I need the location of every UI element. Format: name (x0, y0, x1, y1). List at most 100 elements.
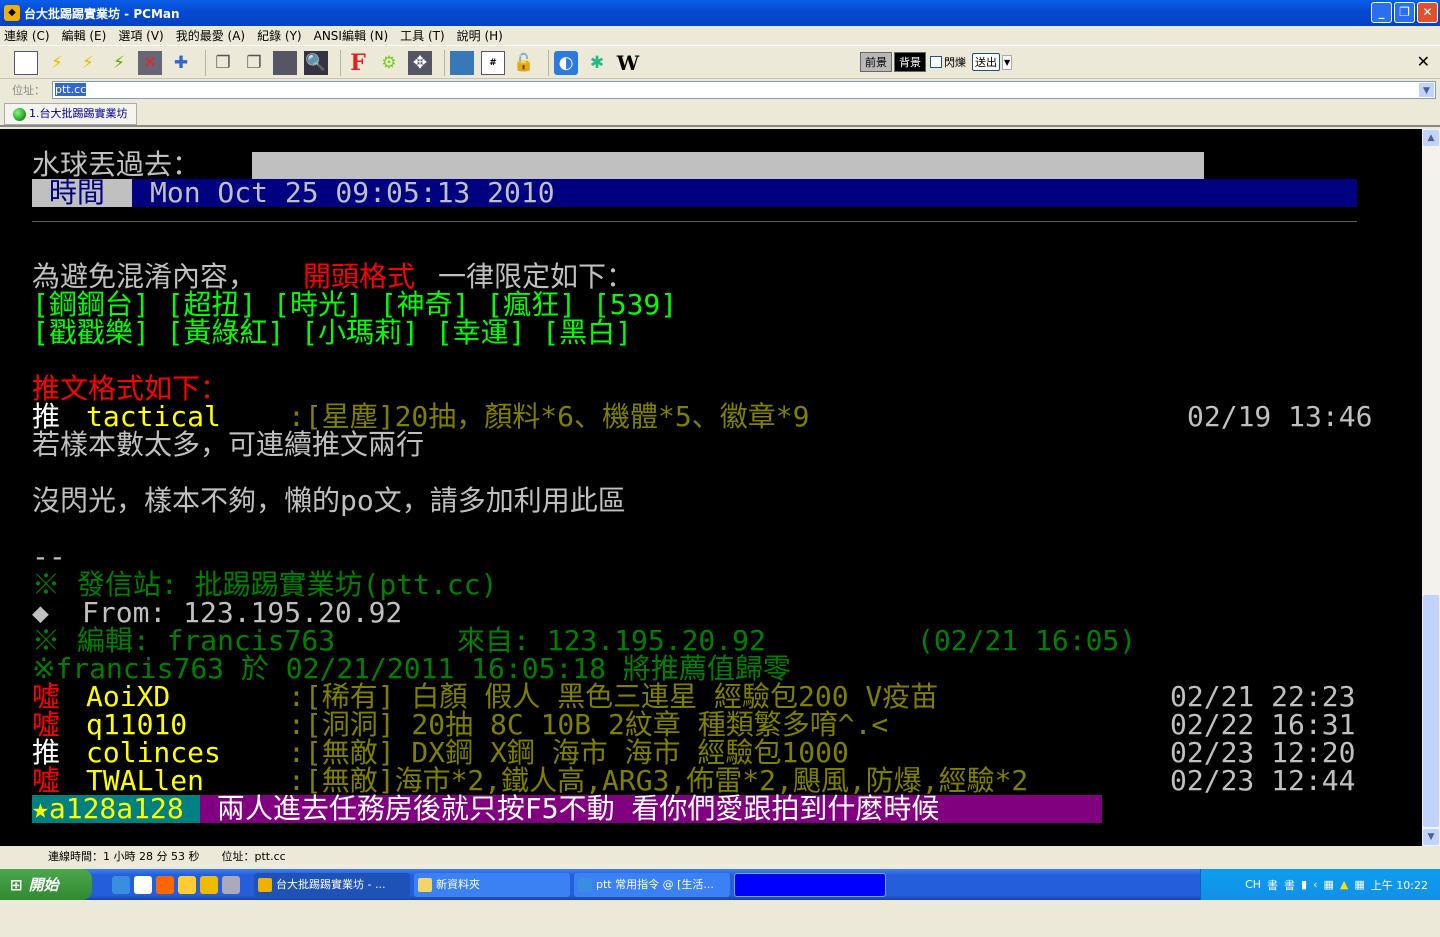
background-color-button[interactable]: 背景 (894, 52, 926, 72)
app-icon[interactable] (178, 875, 196, 894)
push-row: 噓 TWALlen :[無敵]海市*2,鐵人高,ARG3,佈雷*2,颶風,防爆,… (32, 767, 1412, 795)
push-content: :[無敵] DX鋼 X鋼 海市 海市 經驗包1000 (288, 736, 849, 769)
push-input-row[interactable]: ★a128a128 兩人進去任務房後就只按F5不動 看你們愛跟拍到什麼時候 (32, 795, 1412, 823)
push-content: :[無敵]海市*2,鐵人高,ARG3,佈雷*2,颶風,防爆,經驗*2 (288, 764, 1029, 797)
ime-icon[interactable]: 書 (1284, 877, 1295, 893)
wikipedia-icon[interactable]: W (616, 51, 640, 75)
warning-icon[interactable]: ▲ (1340, 878, 1348, 891)
scroll-up-icon[interactable]: ▲ (1423, 130, 1439, 146)
clock: 上午 10:22 (1370, 878, 1428, 892)
push-type: 噓 (32, 764, 61, 797)
reconnect-icon[interactable]: ⚡ (107, 51, 131, 75)
task-folder[interactable]: 新資料夾 (414, 872, 570, 897)
menu-tools[interactable]: 工具 (T) (400, 27, 445, 44)
expand-tray-icon[interactable]: ‹ (1313, 878, 1317, 891)
menu-connection[interactable]: 連線 (C) (4, 27, 50, 44)
origin-line: ※ 發信站: 批踢踢實業坊(ptt.cc) (32, 568, 498, 601)
menu-favorites[interactable]: 我的最愛 (A) (176, 27, 245, 44)
push-content: :[星塵]20抽，顏料*6、機體*5、徽章*9 (288, 400, 810, 433)
scroll-down-icon[interactable]: ▼ (1423, 829, 1439, 845)
push-date: 02/22 16:31 (1170, 708, 1356, 741)
app-icon[interactable] (156, 875, 174, 894)
example-push: 推 tactical :[星塵]20抽，顏料*6、機體*5、徽章*9 02/19… (32, 403, 1412, 431)
quick-launch (112, 875, 240, 894)
app-icon[interactable] (222, 875, 240, 894)
push-content: :[洞洞] 20抽 8C 10B 2紋章 種類繁多唷^.< (288, 708, 889, 741)
menu-help[interactable]: 說明 (H) (457, 27, 503, 44)
connect-icon[interactable]: ⚡ (45, 51, 69, 75)
outlook-icon[interactable] (134, 875, 152, 894)
address-dropdown-icon[interactable]: ▼ (1419, 83, 1434, 97)
toolbar: ⚡ ⚡ ⚡ ✕ ✚ ❐ ❐ 🔍 F ⚙ ✥ # 🔓 ◐ ✱ W (0, 47, 1440, 79)
waterball-input[interactable] (252, 152, 1204, 179)
ime-icon[interactable]: 書 (1267, 877, 1278, 893)
push-format-heading: 推文格式如下： (32, 372, 229, 405)
address-bar: 位址： ptt.cc ▼ (0, 80, 1440, 100)
copy-ansi-icon[interactable] (273, 50, 297, 75)
vertical-scrollbar[interactable]: ▲ ▼ (1422, 129, 1440, 846)
no-flash-note: 沒閃光，樣本不夠，懶的po文，請多加利用此區 (32, 484, 626, 517)
settings-icon[interactable]: ⚙ (377, 51, 401, 75)
app-icon[interactable] (200, 875, 218, 894)
send-dropdown-icon[interactable]: ▼ (1002, 54, 1013, 70)
task-label: ptt 常用指令 @ [生活... (596, 877, 714, 891)
push-user: q11010 (86, 708, 188, 741)
address-input[interactable]: ptt.cc ▼ (52, 81, 1436, 99)
add-favorite-icon[interactable]: ✚ (169, 51, 193, 75)
fullscreen-icon[interactable]: ✥ (408, 50, 432, 75)
ansi-icon[interactable]: ✱ (585, 51, 609, 75)
restore-button[interactable]: ❐ (1394, 2, 1415, 23)
edit-time: (02/21 16:05) (917, 624, 1137, 657)
network-icon[interactable]: ▦ (1324, 878, 1334, 891)
language-indicator[interactable]: CH (1245, 878, 1261, 891)
font-icon[interactable]: F (346, 50, 370, 76)
background-icon[interactable] (450, 50, 474, 75)
foreground-color-button[interactable]: 前景 (860, 52, 892, 72)
intro-highlight: 開頭格式 (303, 260, 416, 293)
push-type: 噓 (32, 680, 61, 713)
intro-text-end: 一律限定如下： (438, 260, 635, 293)
lock-icon[interactable]: 🔓 (512, 51, 536, 75)
tab-label: 1.台大批踢踢實業坊 (29, 107, 128, 120)
waterball-label: 水球丟過去： (32, 148, 201, 181)
menu-edit[interactable]: 編輯 (E) (62, 27, 107, 44)
network-icon[interactable]: ▦ (1354, 878, 1364, 891)
start-button[interactable]: ⊞ 開始 (0, 869, 92, 900)
paste-icon[interactable]: ❐ (242, 51, 266, 75)
intro-text: 為避免混淆內容， (32, 260, 257, 293)
push-input-text[interactable]: 兩人進去任務房後就只按F5不動 看你們愛跟拍到什麼時候 (200, 795, 1102, 823)
ie-icon[interactable] (112, 875, 130, 894)
copy-icon[interactable]: ❐ (211, 51, 235, 75)
color-controls: 前景 背景 閃爍 送出 ▼ (860, 52, 1013, 72)
task-label: 台大批踢踢實業坊 - ... (276, 877, 386, 891)
windows-logo-icon: ⊞ (10, 875, 23, 894)
status-bar: 連線時間：1 小時 28 分 53 秒 位址：ptt.cc (0, 847, 1440, 867)
task-ie[interactable]: ptt 常用指令 @ [生活... (574, 872, 730, 897)
keyboard-icon[interactable]: ▮ (1301, 878, 1307, 891)
minimize-button[interactable]: _ (1371, 2, 1392, 23)
blink-checkbox[interactable] (930, 56, 942, 68)
reset-note: ※francis763 於 02/21/2011 16:05:18 將推薦值歸零 (32, 652, 791, 685)
send-button[interactable]: 送出 (972, 53, 1000, 71)
push-user: tactical (86, 400, 221, 433)
close-window-button[interactable]: ✕ (1417, 2, 1438, 23)
scrollbar-thumb[interactable] (1423, 595, 1439, 827)
task-pcman[interactable]: 台大批踢踢實業坊 - ... (254, 872, 410, 897)
menu-log[interactable]: 紀錄 (Y) (257, 27, 302, 44)
menu-options[interactable]: 選項 (V) (118, 27, 163, 44)
terminal-screen[interactable]: 水球丟過去： 時間 Mon Oct 25 09:05:13 2010 為避免混淆… (0, 129, 1422, 846)
search-icon[interactable]: 🔍 (304, 50, 328, 75)
time-value: Mon Oct 25 09:05:13 2010 (150, 176, 555, 209)
time-label: 時間 (32, 179, 132, 207)
close-tab-button[interactable]: ✕ (1417, 52, 1430, 71)
tab-ptt[interactable]: 1.台大批踢踢實業坊 (4, 103, 137, 125)
push-type: 噓 (32, 708, 61, 741)
address-book-icon[interactable] (14, 50, 38, 75)
disconnect-icon[interactable]: ⚡ (76, 51, 100, 75)
pcman-icon[interactable]: ◐ (554, 50, 578, 75)
close-connection-icon[interactable]: ✕ (138, 50, 162, 75)
task-blank[interactable] (734, 872, 886, 897)
ascii-table-icon[interactable]: # (481, 50, 505, 75)
from-line: From: 123.195.20.92 (82, 596, 403, 629)
menu-ansi-edit[interactable]: ANSI編輯 (N) (314, 27, 389, 44)
